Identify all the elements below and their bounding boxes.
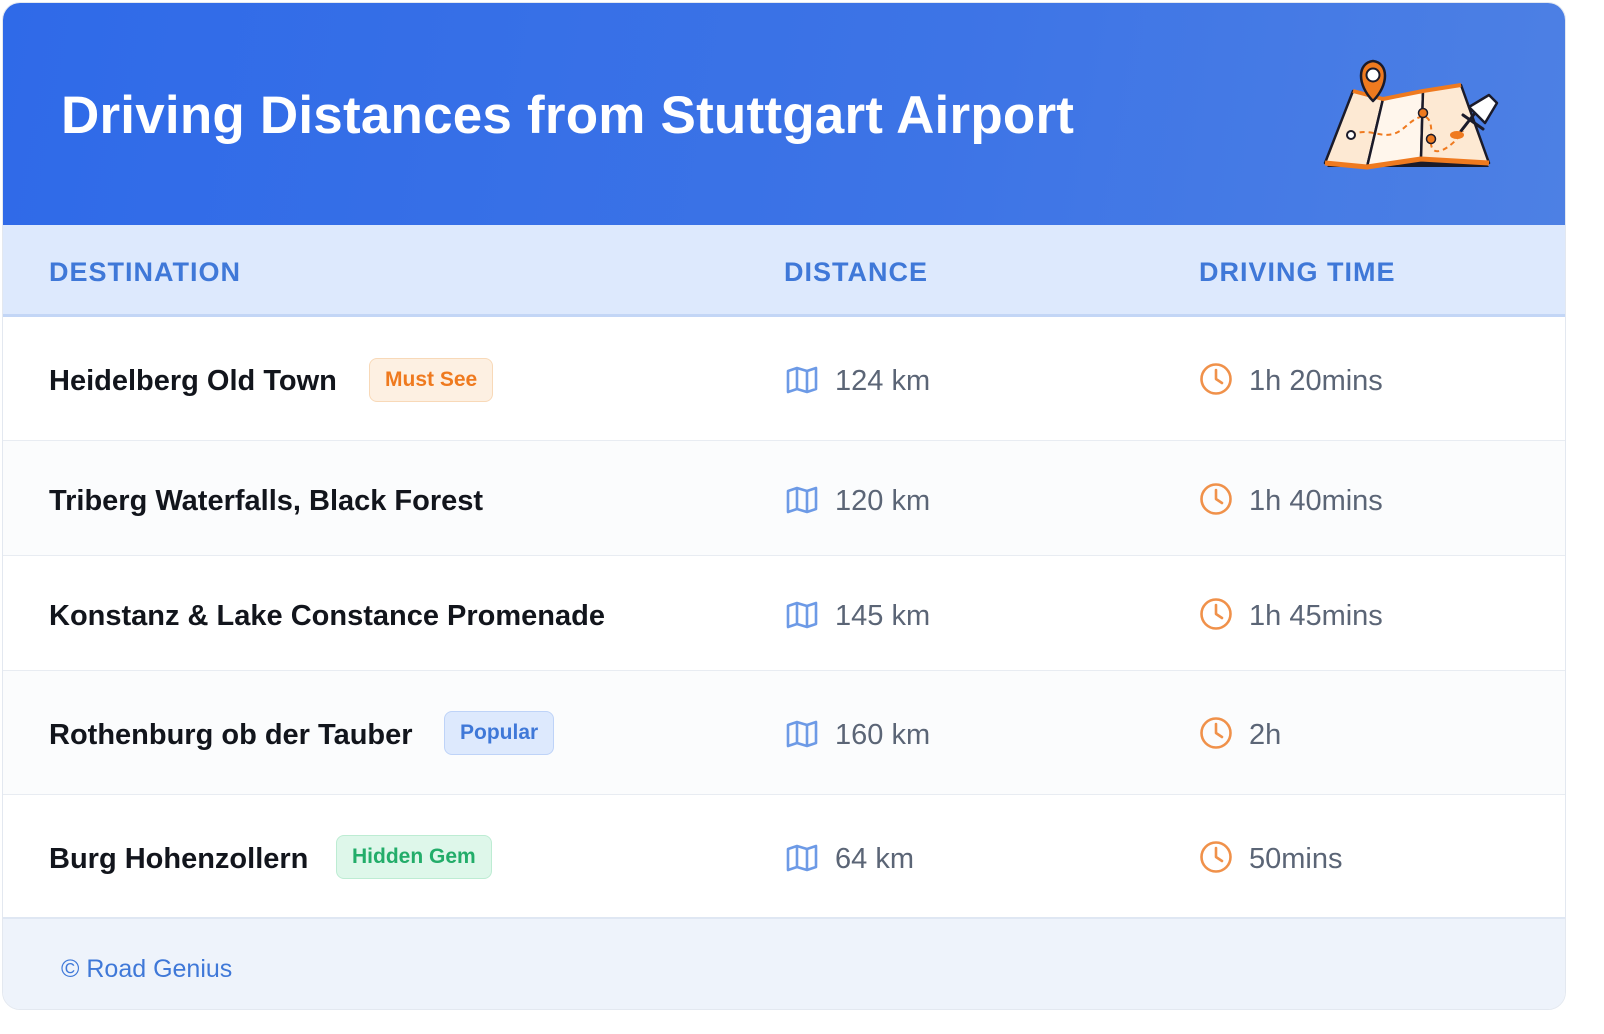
- column-header-destination[interactable]: DESTINATION: [49, 257, 241, 288]
- distance-table-card: Driving Distances from Stuttgart Airport: [2, 2, 1566, 1010]
- footer: © Road Genius: [3, 917, 1565, 1009]
- map-icon: [786, 844, 818, 872]
- popular-badge: Popular: [444, 711, 555, 755]
- header-banner: Driving Distances from Stuttgart Airport: [3, 3, 1565, 225]
- destination-name: Rothenburg ob der Tauber: [49, 719, 413, 751]
- distance-value: 160 km: [835, 719, 931, 751]
- map-icon: [786, 366, 818, 394]
- table-header: DESTINATION DISTANCE DRIVING TIME: [3, 225, 1565, 317]
- hidden-gem-badge: Hidden Gem: [336, 835, 492, 879]
- driving-time-value: 1h 40mins: [1249, 485, 1383, 517]
- destination-name: Triberg Waterfalls, Black Forest: [49, 485, 484, 517]
- map-icon: [786, 486, 818, 514]
- destination-name: Burg Hohenzollern: [49, 843, 309, 875]
- driving-time-value: 1h 20mins: [1249, 365, 1383, 397]
- folded-map-with-pins-icon: [1323, 59, 1499, 170]
- column-header-distance[interactable]: DISTANCE: [784, 257, 928, 288]
- column-header-driving-time[interactable]: DRIVING TIME: [1199, 257, 1396, 288]
- map-icon: [786, 601, 818, 629]
- driving-time-value: 50mins: [1249, 843, 1343, 875]
- table-row: Burg Hohenzollern Hidden Gem 64 km 50min…: [3, 795, 1565, 917]
- table-row: Heidelberg Old Town Must See 124 km 1h 2…: [3, 317, 1565, 441]
- table-row: Konstanz & Lake Constance Promenade 145 …: [3, 556, 1565, 671]
- distance-value: 64 km: [835, 843, 914, 875]
- map-icon: [786, 720, 818, 748]
- table-row: Triberg Waterfalls, Black Forest 120 km …: [3, 441, 1565, 556]
- clock-icon: [1200, 363, 1232, 395]
- copyright-link[interactable]: © Road Genius: [61, 955, 232, 984]
- clock-icon: [1200, 841, 1232, 873]
- driving-time-value: 2h: [1249, 719, 1282, 751]
- clock-icon: [1200, 598, 1232, 630]
- distance-value: 124 km: [835, 365, 931, 397]
- driving-time-value: 1h 45mins: [1249, 600, 1383, 632]
- clock-icon: [1200, 717, 1232, 749]
- distance-value: 120 km: [835, 485, 931, 517]
- destination-name: Heidelberg Old Town: [49, 365, 337, 397]
- distance-value: 145 km: [835, 600, 931, 632]
- page-title: Driving Distances from Stuttgart Airport: [61, 86, 1075, 145]
- destination-name: Konstanz & Lake Constance Promenade: [49, 600, 605, 632]
- clock-icon: [1200, 483, 1232, 515]
- must-see-badge: Must See: [369, 358, 494, 402]
- table-row: Rothenburg ob der Tauber Popular 160 km …: [3, 671, 1565, 795]
